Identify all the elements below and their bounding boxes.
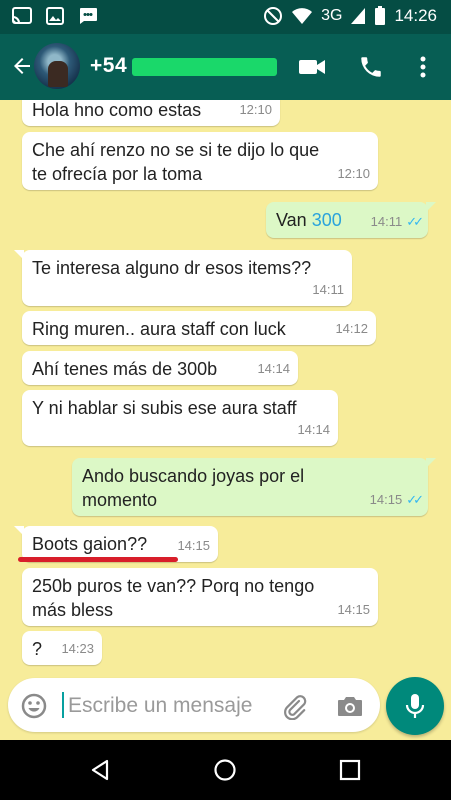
nav-recents-icon[interactable] [338,758,362,782]
highlight-underline [18,557,178,562]
message-incoming[interactable]: Te interesa alguno dr esos items?? 14:11 [14,250,352,306]
emoji-icon[interactable] [20,692,48,720]
message-text: Hola hno como estas [32,100,202,120]
nav-home-icon[interactable] [213,758,237,782]
message-time: 14:14 [257,361,290,376]
message-notification-icon [80,8,97,24]
message-time: 14:12 [335,321,368,336]
message-text: Y ni hablar si subis ese aura staff [32,398,297,418]
message-text: Te interesa alguno dr esos items?? [32,258,312,278]
message-composer[interactable]: Escribe un mensaje [8,678,380,732]
avatar[interactable] [34,43,80,89]
message-link-number[interactable]: 300 [312,210,342,230]
message-time: 12:10 [337,166,370,181]
paperclip-icon[interactable] [280,692,308,720]
nav-back-icon[interactable] [88,758,112,782]
message-text-line: Che ahí renzo no se si te dijo lo que [32,140,320,160]
message-incoming[interactable]: 250b puros te van?? Porq no tengo más bl… [22,568,378,626]
clock: 14:26 [394,6,437,25]
double-check-icon: ✓✓ [406,492,424,507]
message-time: 14:11 [312,282,344,297]
chat-header: +54 [0,34,451,100]
network-type: 3G [321,7,343,24]
message-incoming[interactable]: Che ahí renzo no se si te dijo lo que te… [22,132,378,190]
message-time-status: 14:15 ✓✓ [369,492,424,507]
message-incoming[interactable]: Ahí tenes más de 300b 14:14 [22,351,298,385]
message-incoming[interactable]: ? 14:23 [22,631,102,665]
redacted-phone-number [132,58,277,76]
message-text: Van [276,210,312,230]
text-cursor [62,692,64,718]
do-not-disturb-icon [264,7,283,25]
cast-icon [12,7,32,24]
message-time: 14:15 [177,538,210,553]
message-text: Ring muren.. aura staff con luck [32,319,286,339]
message-text-line: momento [82,490,158,510]
system-nav-bar [0,740,451,800]
arrow-left-icon[interactable] [10,54,34,78]
double-check-icon: ✓✓ [406,214,424,229]
contact-name[interactable]: +54 [90,54,127,78]
more-vert-icon[interactable] [417,54,429,80]
message-incoming[interactable]: Ring muren.. aura staff con luck 14:12 [22,311,376,345]
message-text: Ahí tenes más de 300b [32,359,218,379]
message-text: ? [32,639,43,659]
gallery-icon [46,7,64,25]
message-outgoing[interactable]: Van 300 14:11 ✓✓ [266,202,436,238]
message-text: Boots gaion?? [32,534,148,554]
message-input[interactable]: Escribe un mensaje [68,694,252,718]
message-time: 12:10 [239,102,272,117]
signal-icon [351,8,366,24]
message-text-line: más bless [32,600,114,620]
message-incoming[interactable]: Hola hno como estas 12:10 [22,100,280,126]
message-outgoing[interactable]: Ando buscando joyas por el momento 14:15… [72,458,436,516]
wifi-icon [292,8,313,24]
message-text-line: te ofrecía por la toma [32,164,203,184]
message-text-line: Ando buscando joyas por el [82,466,305,486]
message-time: 14:15 [337,602,370,617]
battery-icon [375,6,386,25]
message-list[interactable]: Hola hno como estas 12:10 Che ahí renzo … [0,100,451,670]
status-bar: 3G 14:26 [0,0,451,34]
camera-icon[interactable] [336,693,364,719]
message-time: 14:14 [297,422,330,437]
phone-icon[interactable] [358,54,384,80]
message-text-line: 250b puros te van?? Porq no tengo [32,576,315,596]
message-time: 14:23 [61,641,94,656]
mic-icon [405,694,425,718]
videocam-icon[interactable] [298,54,326,80]
message-incoming[interactable]: Y ni hablar si subis ese aura staff 14:1… [22,390,338,446]
message-time-status: 14:11 ✓✓ [370,214,424,229]
voice-message-button[interactable] [386,677,444,735]
